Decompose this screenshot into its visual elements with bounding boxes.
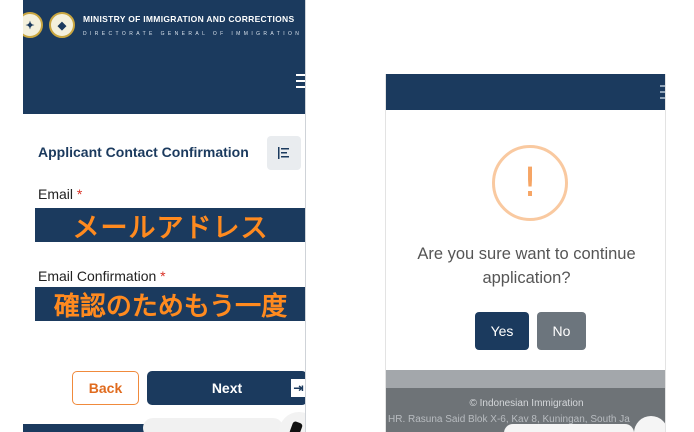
footer-band [386,370,665,388]
exclamation-icon: ! [521,160,539,206]
confirmation-panel: ! Are you sure want to continue applicat… [385,74,666,432]
required-mark: * [160,268,166,284]
yes-button[interactable]: Yes [475,312,529,350]
back-button[interactable]: Back [72,371,139,405]
site-header: ✦ ◆ MINISTRY OF IMMIGRATION AND CORRECTI… [23,0,305,114]
contact-form-panel: ✦ ◆ MINISTRY OF IMMIGRATION AND CORRECTI… [23,0,306,432]
chat-pill[interactable] [504,424,634,432]
no-button[interactable]: No [537,312,586,350]
floating-action-button[interactable] [279,412,305,432]
section-title: Applicant Contact Confirmation [38,144,249,160]
next-button[interactable]: Next [147,371,305,405]
immigration-emblem-icon: ◆ [49,12,75,38]
collapse-toggle-button[interactable] [267,136,301,170]
screenshot-stage: ✦ ◆ MINISTRY OF IMMIGRATION AND CORRECTI… [0,0,694,432]
directorate-name: DIRECTORATE GENERAL OF IMMIGRATION [83,31,303,37]
email-confirmation-label: Email Confirmation * [38,268,166,284]
email-confirmation-overlay-text: 確認のためもう一度 [53,291,288,322]
menu-icon[interactable] [296,74,305,88]
email-confirmation-field[interactable]: 確認のためもう一度 [35,287,305,322]
email-overlay-text: メールアドレス [72,212,269,243]
ministry-name: MINISTRY OF IMMIGRATION AND CORRECTIONS [83,14,295,24]
next-arrow-icon: ⇥ [291,379,305,397]
site-header-collapsed [386,74,665,110]
menu-icon[interactable] [660,85,665,99]
logos: ✦ ◆ [23,12,75,38]
warning-icon: ! [492,145,568,221]
garuda-emblem-icon: ✦ [23,12,43,38]
list-icon [278,147,289,159]
email-field[interactable]: メールアドレス [35,208,305,243]
chat-pill[interactable] [143,418,283,432]
confirm-message: Are you sure want to continue applicatio… [417,245,636,287]
required-mark: * [76,186,83,202]
copyright-text: © Indonesian Immigration [469,398,584,409]
email-label: Email * [38,186,83,202]
